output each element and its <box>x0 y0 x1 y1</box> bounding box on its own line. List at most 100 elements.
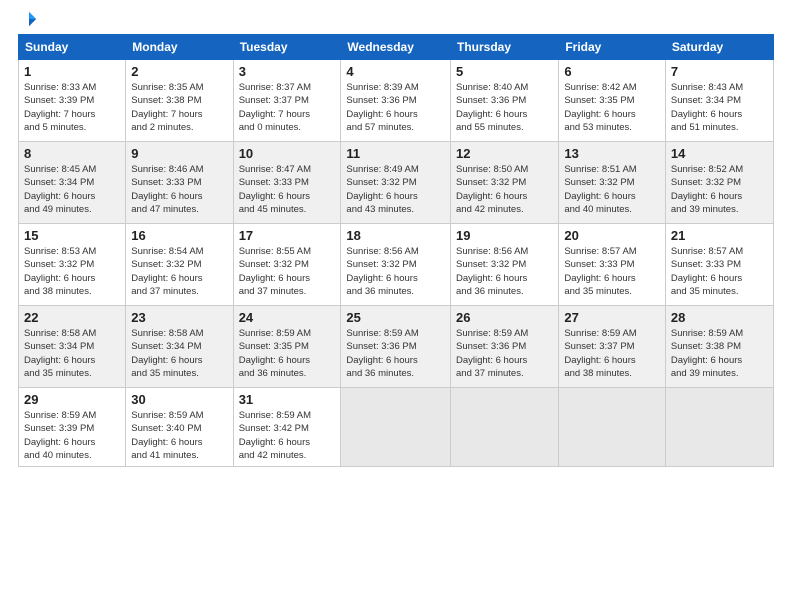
logo-flag-icon <box>20 10 38 28</box>
calendar-cell: 5 Sunrise: 8:40 AMSunset: 3:36 PMDayligh… <box>451 60 559 142</box>
day-info: Sunrise: 8:55 AMSunset: 3:32 PMDaylight:… <box>239 245 336 298</box>
day-number: 24 <box>239 310 336 325</box>
weekday-header-thursday: Thursday <box>451 35 559 60</box>
day-number: 9 <box>131 146 227 161</box>
day-number: 2 <box>131 64 227 79</box>
weekday-header-tuesday: Tuesday <box>233 35 341 60</box>
calendar-cell: 20 Sunrise: 8:57 AMSunset: 3:33 PMDaylig… <box>559 224 666 306</box>
calendar-cell: 23 Sunrise: 8:58 AMSunset: 3:34 PMDaylig… <box>126 306 233 388</box>
day-info: Sunrise: 8:59 AMSunset: 3:36 PMDaylight:… <box>456 327 553 380</box>
day-number: 26 <box>456 310 553 325</box>
logo <box>18 10 38 26</box>
day-number: 23 <box>131 310 227 325</box>
day-info: Sunrise: 8:58 AMSunset: 3:34 PMDaylight:… <box>24 327 120 380</box>
day-number: 3 <box>239 64 336 79</box>
calendar-cell: 31 Sunrise: 8:59 AMSunset: 3:42 PMDaylig… <box>233 388 341 467</box>
calendar-cell: 4 Sunrise: 8:39 AMSunset: 3:36 PMDayligh… <box>341 60 451 142</box>
calendar-cell: 7 Sunrise: 8:43 AMSunset: 3:34 PMDayligh… <box>665 60 773 142</box>
day-info: Sunrise: 8:39 AMSunset: 3:36 PMDaylight:… <box>346 81 445 134</box>
calendar-cell-empty <box>341 388 451 467</box>
calendar-table: SundayMondayTuesdayWednesdayThursdayFrid… <box>18 34 774 467</box>
day-info: Sunrise: 8:56 AMSunset: 3:32 PMDaylight:… <box>346 245 445 298</box>
calendar-cell: 2 Sunrise: 8:35 AMSunset: 3:38 PMDayligh… <box>126 60 233 142</box>
day-info: Sunrise: 8:40 AMSunset: 3:36 PMDaylight:… <box>456 81 553 134</box>
day-info: Sunrise: 8:54 AMSunset: 3:32 PMDaylight:… <box>131 245 227 298</box>
day-info: Sunrise: 8:59 AMSunset: 3:42 PMDaylight:… <box>239 409 336 462</box>
calendar-cell: 8 Sunrise: 8:45 AMSunset: 3:34 PMDayligh… <box>19 142 126 224</box>
calendar-cell: 28 Sunrise: 8:59 AMSunset: 3:38 PMDaylig… <box>665 306 773 388</box>
calendar-cell: 1 Sunrise: 8:33 AMSunset: 3:39 PMDayligh… <box>19 60 126 142</box>
calendar-cell: 24 Sunrise: 8:59 AMSunset: 3:35 PMDaylig… <box>233 306 341 388</box>
day-number: 4 <box>346 64 445 79</box>
day-info: Sunrise: 8:37 AMSunset: 3:37 PMDaylight:… <box>239 81 336 134</box>
calendar-cell: 18 Sunrise: 8:56 AMSunset: 3:32 PMDaylig… <box>341 224 451 306</box>
day-info: Sunrise: 8:45 AMSunset: 3:34 PMDaylight:… <box>24 163 120 216</box>
day-number: 29 <box>24 392 120 407</box>
weekday-header-sunday: Sunday <box>19 35 126 60</box>
day-info: Sunrise: 8:33 AMSunset: 3:39 PMDaylight:… <box>24 81 120 134</box>
day-info: Sunrise: 8:49 AMSunset: 3:32 PMDaylight:… <box>346 163 445 216</box>
day-number: 18 <box>346 228 445 243</box>
day-info: Sunrise: 8:43 AMSunset: 3:34 PMDaylight:… <box>671 81 768 134</box>
day-number: 16 <box>131 228 227 243</box>
weekday-header-friday: Friday <box>559 35 666 60</box>
day-number: 10 <box>239 146 336 161</box>
calendar-cell: 16 Sunrise: 8:54 AMSunset: 3:32 PMDaylig… <box>126 224 233 306</box>
calendar-cell: 30 Sunrise: 8:59 AMSunset: 3:40 PMDaylig… <box>126 388 233 467</box>
day-info: Sunrise: 8:58 AMSunset: 3:34 PMDaylight:… <box>131 327 227 380</box>
header <box>18 10 774 26</box>
calendar-cell-empty <box>665 388 773 467</box>
calendar-cell: 3 Sunrise: 8:37 AMSunset: 3:37 PMDayligh… <box>233 60 341 142</box>
day-number: 30 <box>131 392 227 407</box>
calendar-cell: 6 Sunrise: 8:42 AMSunset: 3:35 PMDayligh… <box>559 60 666 142</box>
weekday-header-saturday: Saturday <box>665 35 773 60</box>
day-info: Sunrise: 8:59 AMSunset: 3:35 PMDaylight:… <box>239 327 336 380</box>
day-info: Sunrise: 8:46 AMSunset: 3:33 PMDaylight:… <box>131 163 227 216</box>
day-info: Sunrise: 8:47 AMSunset: 3:33 PMDaylight:… <box>239 163 336 216</box>
calendar-cell: 9 Sunrise: 8:46 AMSunset: 3:33 PMDayligh… <box>126 142 233 224</box>
day-number: 27 <box>564 310 660 325</box>
calendar-cell: 13 Sunrise: 8:51 AMSunset: 3:32 PMDaylig… <box>559 142 666 224</box>
calendar-cell: 10 Sunrise: 8:47 AMSunset: 3:33 PMDaylig… <box>233 142 341 224</box>
calendar-cell: 22 Sunrise: 8:58 AMSunset: 3:34 PMDaylig… <box>19 306 126 388</box>
day-info: Sunrise: 8:57 AMSunset: 3:33 PMDaylight:… <box>564 245 660 298</box>
day-number: 1 <box>24 64 120 79</box>
day-number: 12 <box>456 146 553 161</box>
calendar-cell: 12 Sunrise: 8:50 AMSunset: 3:32 PMDaylig… <box>451 142 559 224</box>
day-info: Sunrise: 8:42 AMSunset: 3:35 PMDaylight:… <box>564 81 660 134</box>
day-number: 14 <box>671 146 768 161</box>
weekday-header-wednesday: Wednesday <box>341 35 451 60</box>
calendar-cell: 11 Sunrise: 8:49 AMSunset: 3:32 PMDaylig… <box>341 142 451 224</box>
calendar-cell: 29 Sunrise: 8:59 AMSunset: 3:39 PMDaylig… <box>19 388 126 467</box>
weekday-header-monday: Monday <box>126 35 233 60</box>
day-number: 31 <box>239 392 336 407</box>
day-number: 17 <box>239 228 336 243</box>
calendar-cell: 21 Sunrise: 8:57 AMSunset: 3:33 PMDaylig… <box>665 224 773 306</box>
day-info: Sunrise: 8:57 AMSunset: 3:33 PMDaylight:… <box>671 245 768 298</box>
day-number: 20 <box>564 228 660 243</box>
day-number: 7 <box>671 64 768 79</box>
calendar-cell: 25 Sunrise: 8:59 AMSunset: 3:36 PMDaylig… <box>341 306 451 388</box>
calendar-cell: 19 Sunrise: 8:56 AMSunset: 3:32 PMDaylig… <box>451 224 559 306</box>
day-number: 15 <box>24 228 120 243</box>
day-info: Sunrise: 8:59 AMSunset: 3:39 PMDaylight:… <box>24 409 120 462</box>
calendar-cell: 27 Sunrise: 8:59 AMSunset: 3:37 PMDaylig… <box>559 306 666 388</box>
day-info: Sunrise: 8:56 AMSunset: 3:32 PMDaylight:… <box>456 245 553 298</box>
day-number: 6 <box>564 64 660 79</box>
calendar-cell-empty <box>451 388 559 467</box>
day-number: 25 <box>346 310 445 325</box>
day-number: 5 <box>456 64 553 79</box>
calendar-cell-empty <box>559 388 666 467</box>
day-number: 19 <box>456 228 553 243</box>
day-info: Sunrise: 8:59 AMSunset: 3:36 PMDaylight:… <box>346 327 445 380</box>
day-info: Sunrise: 8:51 AMSunset: 3:32 PMDaylight:… <box>564 163 660 216</box>
calendar-cell: 17 Sunrise: 8:55 AMSunset: 3:32 PMDaylig… <box>233 224 341 306</box>
calendar-cell: 15 Sunrise: 8:53 AMSunset: 3:32 PMDaylig… <box>19 224 126 306</box>
day-info: Sunrise: 8:52 AMSunset: 3:32 PMDaylight:… <box>671 163 768 216</box>
day-number: 11 <box>346 146 445 161</box>
day-number: 22 <box>24 310 120 325</box>
day-info: Sunrise: 8:35 AMSunset: 3:38 PMDaylight:… <box>131 81 227 134</box>
calendar-cell: 14 Sunrise: 8:52 AMSunset: 3:32 PMDaylig… <box>665 142 773 224</box>
day-number: 13 <box>564 146 660 161</box>
day-info: Sunrise: 8:50 AMSunset: 3:32 PMDaylight:… <box>456 163 553 216</box>
